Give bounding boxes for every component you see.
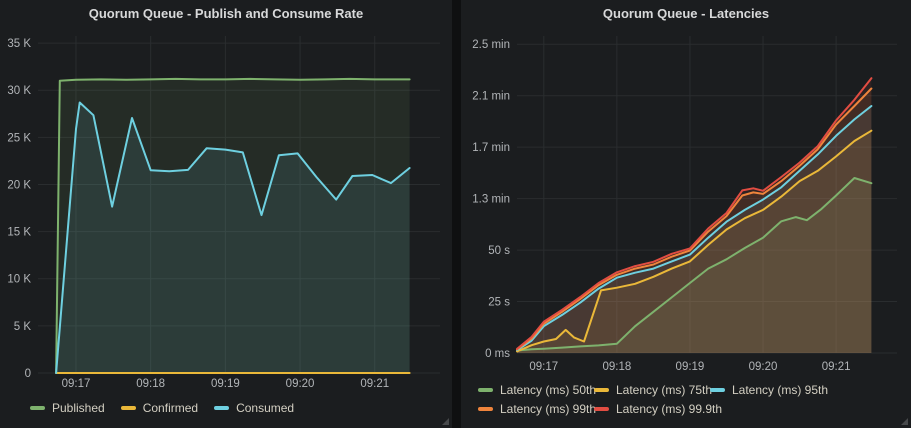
legend-swatch <box>594 407 609 411</box>
y-axis-tick-label: 25 K <box>7 132 31 144</box>
y-axis-tick-label: 1.7 min <box>472 142 510 154</box>
legend-item-consumed[interactable]: Consumed <box>214 399 294 417</box>
legend-swatch <box>214 406 229 410</box>
x-axis-tick-label: 09:19 <box>211 378 240 390</box>
legend: Latency (ms) 50th Latency (ms) 75th Latenc… <box>478 381 828 418</box>
legend-label: Latency (ms) 99th <box>500 402 596 416</box>
legend-swatch <box>594 388 609 392</box>
y-axis-tick-label: 20 K <box>7 179 31 191</box>
dashboard: Quorum Queue - Publish and Consume Rate … <box>0 0 911 428</box>
y-axis-tick-label: 35 K <box>7 38 31 50</box>
series-area-latency-ms-99-9th <box>517 78 871 353</box>
legend-item-confirmed[interactable]: Confirmed <box>121 399 198 417</box>
panel-resize-handle[interactable] <box>442 418 449 425</box>
y-axis-tick-label: 2.1 min <box>472 91 510 103</box>
panel-latencies: Quorum Queue - Latencies 0 ms25 s50 s1.3… <box>461 0 911 428</box>
chart-canvas[interactable]: 0 ms 25 s 50 s 1.3 min 1.7 min 2.1 min 2.5 min… <box>461 0 911 378</box>
x-axis-tick-label: 09:20 <box>749 361 778 373</box>
legend-label: Latency (ms) 50th <box>500 383 596 397</box>
panel-resize-handle[interactable] <box>901 418 908 425</box>
x-axis-tick-label: 09:18 <box>602 361 631 373</box>
x-axis-tick-label: 09:19 <box>676 361 705 373</box>
legend-swatch <box>478 407 493 411</box>
legend-label: Published <box>52 401 105 415</box>
legend-item-latency-ms-99-9th[interactable]: Latency (ms) 99.9th <box>594 400 710 418</box>
x-axis-tick-label: 09:17 <box>62 378 91 390</box>
y-axis-tick-label: 10 K <box>7 274 31 286</box>
y-axis-tick-label: 0 ms <box>485 348 510 360</box>
y-axis-tick-label: 2.5 min <box>472 39 510 51</box>
legend-label: Consumed <box>236 401 294 415</box>
legend-item-latency-ms-50th[interactable]: Latency (ms) 50th <box>478 381 594 399</box>
legend-label: Latency (ms) 75th <box>616 383 712 397</box>
x-axis-tick-label: 09:21 <box>360 378 389 390</box>
y-axis-tick-label: 1.3 min <box>472 194 510 206</box>
legend-label: Confirmed <box>143 401 198 415</box>
x-axis-tick-label: 09:17 <box>529 361 558 373</box>
chart-canvas[interactable]: 0 5 K 10 K 15 K 20 K 25 K 30 K 35 K 09:17 09:18 09… <box>0 0 452 395</box>
x-axis-tick-label: 09:20 <box>286 378 315 390</box>
legend: Published Confirmed Consumed <box>30 399 294 417</box>
legend-label: Latency (ms) 95th <box>732 383 828 397</box>
legend-swatch <box>30 406 45 410</box>
x-axis-tick-label: 09:18 <box>136 378 165 390</box>
legend-item-latency-ms-95th[interactable]: Latency (ms) 95th <box>710 381 828 399</box>
y-axis-tick-label: 25 s <box>488 297 510 309</box>
legend-swatch <box>121 406 136 410</box>
legend-item-latency-ms-99th[interactable]: Latency (ms) 99th <box>478 400 594 418</box>
legend-item-latency-ms-75th[interactable]: Latency (ms) 75th <box>594 381 710 399</box>
y-axis-tick-label: 0 <box>25 368 31 380</box>
legend-label: Latency (ms) 99.9th <box>616 402 722 416</box>
panel-publish-consume-rate: Quorum Queue - Publish and Consume Rate … <box>0 0 452 428</box>
legend-swatch <box>710 388 725 392</box>
y-axis-tick-label: 50 s <box>488 245 510 257</box>
y-axis-tick-label: 15 K <box>7 227 31 239</box>
legend-item-published[interactable]: Published <box>30 399 105 417</box>
y-axis-tick-label: 5 K <box>14 321 32 333</box>
x-axis-tick-label: 09:21 <box>822 361 851 373</box>
legend-swatch <box>478 388 493 392</box>
y-axis-tick-label: 30 K <box>7 85 31 97</box>
